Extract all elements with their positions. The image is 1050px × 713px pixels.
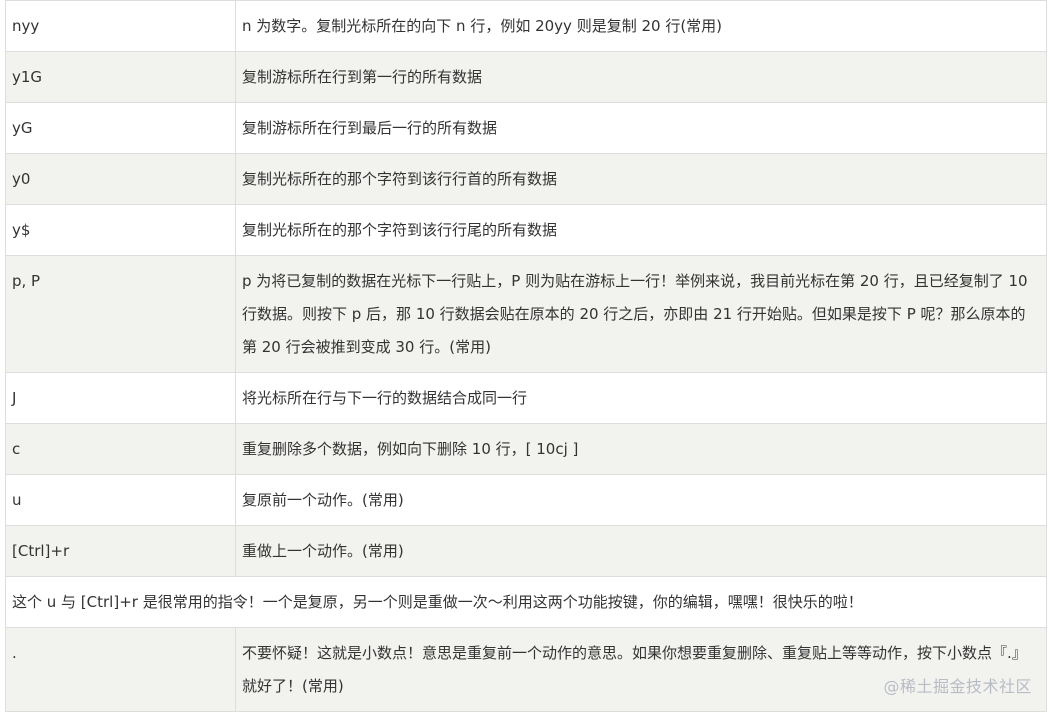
command-description: n 为数字。复制光标所在的向下 n 行，例如 20yy 则是复制 20 行(常用… <box>235 0 1047 52</box>
command-key: J <box>5 372 236 424</box>
table-row: . 不要怀疑！这就是小数点！意思是重复前一个动作的意思。如果你想要重复删除、重复… <box>5 627 1047 712</box>
table-row: c 重复删除多个数据，例如向下删除 10 行，[ 10cj ] <box>5 423 1047 475</box>
command-key: y1G <box>5 51 236 103</box>
watermark: @稀土掘金技术社区 <box>883 677 1032 696</box>
command-description: 复制游标所在行到第一行的所有数据 <box>235 51 1047 103</box>
command-key: y0 <box>5 153 236 205</box>
table-row: nyy n 为数字。复制光标所在的向下 n 行，例如 20yy 则是复制 20 … <box>5 0 1047 52</box>
command-description: 将光标所在行与下一行的数据结合成同一行 <box>235 372 1047 424</box>
command-key: p, P <box>5 255 236 373</box>
table-row: u 复原前一个动作。(常用) <box>5 474 1047 526</box>
vim-command-table: nyy n 为数字。复制光标所在的向下 n 行，例如 20yy 则是复制 20 … <box>5 0 1047 712</box>
table-row: p, P p 为将已复制的数据在光标下一行贴上，P 则为贴在游标上一行！举例来说… <box>5 255 1047 373</box>
command-key: u <box>5 474 236 526</box>
command-key: . <box>5 627 236 712</box>
command-description: 重做上一个动作。(常用) <box>235 525 1047 577</box>
table-row: yG 复制游标所在行到最后一行的所有数据 <box>5 102 1047 154</box>
table-note-row: 这个 u 与 [Ctrl]+r 是很常用的指令！一个是复原，另一个则是重做一次～… <box>5 576 1047 628</box>
table-row: y1G 复制游标所在行到第一行的所有数据 <box>5 51 1047 103</box>
command-key: c <box>5 423 236 475</box>
command-description: 复制游标所在行到最后一行的所有数据 <box>235 102 1047 154</box>
table-row: [Ctrl]+r 重做上一个动作。(常用) <box>5 525 1047 577</box>
command-key: y$ <box>5 204 236 256</box>
table-row: y0 复制光标所在的那个字符到该行行首的所有数据 <box>5 153 1047 205</box>
command-description: 复制光标所在的那个字符到该行行首的所有数据 <box>235 153 1047 205</box>
command-key: yG <box>5 102 236 154</box>
usage-note: 这个 u 与 [Ctrl]+r 是很常用的指令！一个是复原，另一个则是重做一次～… <box>5 576 1047 628</box>
command-description: 复原前一个动作。(常用) <box>235 474 1047 526</box>
table-row: y$ 复制光标所在的那个字符到该行行尾的所有数据 <box>5 204 1047 256</box>
command-key: nyy <box>5 0 236 52</box>
command-description: 复制光标所在的那个字符到该行行尾的所有数据 <box>235 204 1047 256</box>
table-row: J 将光标所在行与下一行的数据结合成同一行 <box>5 372 1047 424</box>
command-description: 重复删除多个数据，例如向下删除 10 行，[ 10cj ] <box>235 423 1047 475</box>
command-key: [Ctrl]+r <box>5 525 236 577</box>
command-description: 不要怀疑！这就是小数点！意思是重复前一个动作的意思。如果你想要重复删除、重复贴上… <box>235 627 1047 712</box>
command-description: p 为将已复制的数据在光标下一行贴上，P 则为贴在游标上一行！举例来说，我目前光… <box>235 255 1047 373</box>
